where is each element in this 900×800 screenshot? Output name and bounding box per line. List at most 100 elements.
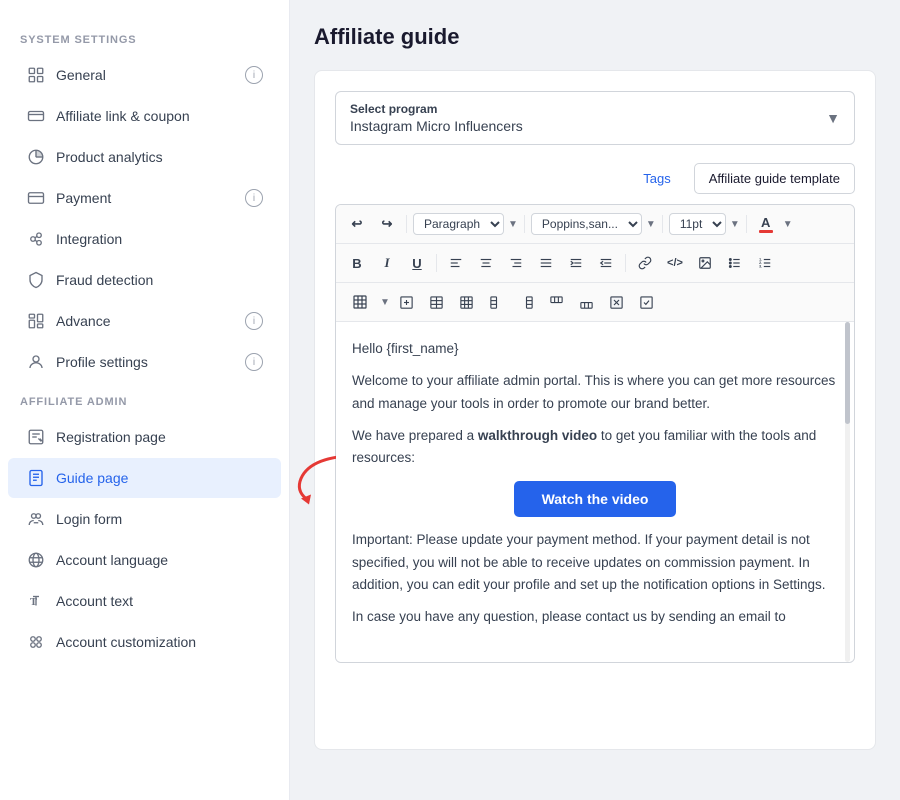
editor-toolbar-row1: ↩ ↪ Paragraph ▼ Poppins,san... ▼ 11pt	[336, 205, 854, 244]
indent-less-button[interactable]	[563, 250, 589, 276]
para2-bold: walkthrough video	[478, 428, 597, 443]
customize-icon	[26, 632, 46, 652]
size-select[interactable]: 11pt	[669, 213, 726, 235]
sidebar-item-label: Login form	[56, 511, 122, 527]
sidebar-item-label: Advance	[56, 313, 110, 329]
sidebar-item-general[interactable]: General i	[8, 55, 281, 95]
tab-tags[interactable]: Tags	[628, 163, 685, 194]
fraud-icon	[26, 270, 46, 290]
numbered-list-button[interactable]: 1.2.3.	[752, 250, 778, 276]
align-left-button[interactable]	[443, 250, 469, 276]
watch-btn-container: Watch the video	[352, 481, 838, 517]
sidebar-item-registration[interactable]: Registration page	[8, 417, 281, 457]
bullet-list-button[interactable]	[722, 250, 748, 276]
toolbar-divider-5	[436, 254, 437, 272]
sidebar-item-label: Account customization	[56, 634, 196, 650]
paragraph-select[interactable]: Paragraph	[413, 213, 504, 235]
font-chevron: ▼	[646, 219, 656, 230]
editor-para1: Welcome to your affiliate admin portal. …	[352, 370, 838, 415]
sidebar-item-label: Account language	[56, 552, 168, 568]
page-title: Affiliate guide	[314, 24, 876, 50]
redo-button[interactable]: ↪	[374, 211, 400, 237]
sidebar-item-payment[interactable]: Payment i	[8, 178, 281, 218]
bold-button[interactable]: B	[344, 250, 370, 276]
align-right-button[interactable]	[503, 250, 529, 276]
size-chevron: ▼	[730, 219, 740, 230]
sidebar-item-label: Product analytics	[56, 149, 163, 165]
sidebar-item-label: Registration page	[56, 429, 166, 445]
align-center-button[interactable]	[473, 250, 499, 276]
table-action-2[interactable]	[424, 289, 450, 315]
section-title-affiliate: AFFILIATE ADMIN	[0, 396, 289, 416]
select-program-dropdown[interactable]: Select program Instagram Micro Influence…	[335, 91, 855, 145]
sidebar: SYSTEM SETTINGS General i Affiliate link…	[0, 0, 290, 800]
table-button[interactable]	[344, 289, 376, 315]
guide-icon	[26, 468, 46, 488]
editor-greeting: Hello {first_name}	[352, 338, 838, 360]
analytics-icon	[26, 147, 46, 167]
watch-video-button[interactable]: Watch the video	[514, 481, 677, 517]
sidebar-item-guide[interactable]: Guide page	[8, 458, 281, 498]
sidebar-item-language[interactable]: Account language	[8, 540, 281, 580]
table-action-7[interactable]	[574, 289, 600, 315]
sidebar-item-integration[interactable]: Integration	[8, 219, 281, 259]
select-program-value: Instagram Micro Influencers	[350, 118, 523, 134]
italic-button[interactable]: I	[374, 250, 400, 276]
section-title-system: SYSTEM SETTINGS	[0, 34, 289, 54]
sidebar-item-label: General	[56, 67, 106, 83]
badge-payment: i	[245, 189, 263, 207]
sidebar-item-advance[interactable]: Advance i	[8, 301, 281, 341]
table-action-3[interactable]	[454, 289, 480, 315]
image-button[interactable]	[692, 250, 718, 276]
editor-toolbar-row3: ▼	[336, 283, 854, 322]
content-card: Select program Instagram Micro Influence…	[314, 70, 876, 750]
sidebar-item-label: Payment	[56, 190, 111, 206]
editor-container: ↩ ↪ Paragraph ▼ Poppins,san... ▼ 11pt	[335, 204, 855, 663]
advance-icon	[26, 311, 46, 331]
table-action-5[interactable]	[514, 289, 540, 315]
sidebar-item-fraud[interactable]: Fraud detection	[8, 260, 281, 300]
sidebar-item-label: Affiliate link & coupon	[56, 108, 190, 124]
link-icon	[26, 106, 46, 126]
editor-para4: In case you have any question, please co…	[352, 606, 838, 628]
text-icon: T	[26, 591, 46, 611]
sidebar-item-login[interactable]: Login form	[8, 499, 281, 539]
sidebar-item-product-analytics[interactable]: Product analytics	[8, 137, 281, 177]
table-action-1[interactable]	[394, 289, 420, 315]
toolbar-divider-3	[662, 215, 663, 233]
font-select[interactable]: Poppins,san...	[531, 213, 642, 235]
editor-scrollbar[interactable]	[845, 322, 850, 662]
svg-text:3.: 3.	[759, 265, 762, 269]
table-action-4[interactable]	[484, 289, 510, 315]
editor-body[interactable]: Hello {first_name} Welcome to your affil…	[336, 322, 854, 662]
payment-icon	[26, 188, 46, 208]
link-button[interactable]	[632, 250, 658, 276]
underline-button[interactable]: U	[404, 250, 430, 276]
sidebar-item-affiliate-link[interactable]: Affiliate link & coupon	[8, 96, 281, 136]
justify-button[interactable]	[533, 250, 559, 276]
code-button[interactable]: </>	[662, 250, 688, 276]
general-icon	[26, 65, 46, 85]
toolbar-divider-4	[746, 215, 747, 233]
paragraph-chevron: ▼	[508, 219, 518, 230]
sidebar-item-profile[interactable]: Profile settings i	[8, 342, 281, 382]
table-action-8[interactable]	[604, 289, 630, 315]
table-action-9[interactable]	[634, 289, 660, 315]
sidebar-item-label: Integration	[56, 231, 122, 247]
tab-affiliate-guide-template[interactable]: Affiliate guide template	[694, 163, 855, 194]
sidebar-item-customize[interactable]: Account customization	[8, 622, 281, 662]
sidebar-item-label: Account text	[56, 593, 133, 609]
font-color-button[interactable]: A	[753, 211, 779, 237]
color-chevron: ▼	[783, 219, 793, 230]
tabs-row: Tags Affiliate guide template	[335, 163, 855, 194]
editor-para3: Important: Please update your payment me…	[352, 529, 838, 596]
table-action-6[interactable]	[544, 289, 570, 315]
integration-icon	[26, 229, 46, 249]
editor-toolbar-row2: B I U	[336, 244, 854, 283]
undo-button[interactable]: ↩	[344, 211, 370, 237]
toolbar-divider-2	[524, 215, 525, 233]
sidebar-item-account-text[interactable]: T Account text	[8, 581, 281, 621]
main-content: Affiliate guide Select program Instagram…	[290, 0, 900, 800]
indent-more-button[interactable]	[593, 250, 619, 276]
sidebar-item-label: Guide page	[56, 470, 128, 486]
